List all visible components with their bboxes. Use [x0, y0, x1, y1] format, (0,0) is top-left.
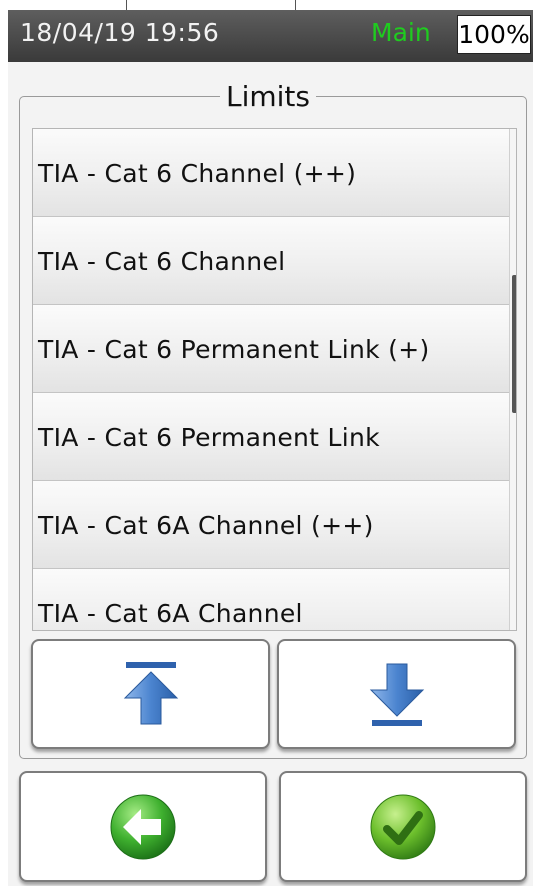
- battery-indicator: 100%: [457, 15, 531, 54]
- confirm-button[interactable]: [279, 771, 527, 882]
- list-item[interactable]: TIA - Cat 6 Channel: [33, 217, 509, 305]
- list-item-label: TIA - Cat 6 Permanent Link (+): [38, 335, 430, 364]
- list-item[interactable]: TIA - Cat 6A Channel (++): [33, 481, 509, 569]
- list-item-label: TIA - Cat 6A Channel (++): [38, 511, 374, 540]
- green-checkmark-icon: [370, 794, 436, 859]
- arrow-down-to-bar-icon: [369, 663, 424, 726]
- scroll-to-top-button[interactable]: [31, 639, 270, 749]
- list-scrollbar[interactable]: [509, 129, 516, 630]
- datetime-text: 18/04/19 19:56: [20, 18, 220, 47]
- list-item[interactable]: TIA - Cat 6 Channel (++): [33, 129, 509, 217]
- status-bar: 18/04/19 19:56 Main 100%: [8, 10, 533, 62]
- list-item[interactable]: TIA - Cat 6A Channel: [33, 569, 509, 630]
- back-button[interactable]: [19, 771, 267, 882]
- list-item-label: TIA - Cat 6 Channel (++): [38, 159, 357, 188]
- arrow-up-to-bar-icon: [123, 662, 178, 725]
- list-item[interactable]: TIA - Cat 6 Permanent Link (+): [33, 305, 509, 393]
- scroll-to-bottom-button[interactable]: [277, 639, 516, 749]
- group-title: Limits: [220, 80, 316, 113]
- list-item-label: TIA - Cat 6 Channel: [38, 247, 286, 276]
- mode-text: Main: [371, 18, 431, 47]
- green-back-arrow-icon: [110, 794, 176, 859]
- list-item-label: TIA - Cat 6A Channel: [38, 599, 303, 628]
- scrollbar-thumb[interactable]: [512, 275, 516, 413]
- limits-list[interactable]: TIA - Cat 6 Channel (++) TIA - Cat 6 Cha…: [32, 128, 517, 631]
- list-item[interactable]: TIA - Cat 6 Permanent Link: [33, 393, 509, 481]
- list-item-label: TIA - Cat 6 Permanent Link: [38, 423, 380, 452]
